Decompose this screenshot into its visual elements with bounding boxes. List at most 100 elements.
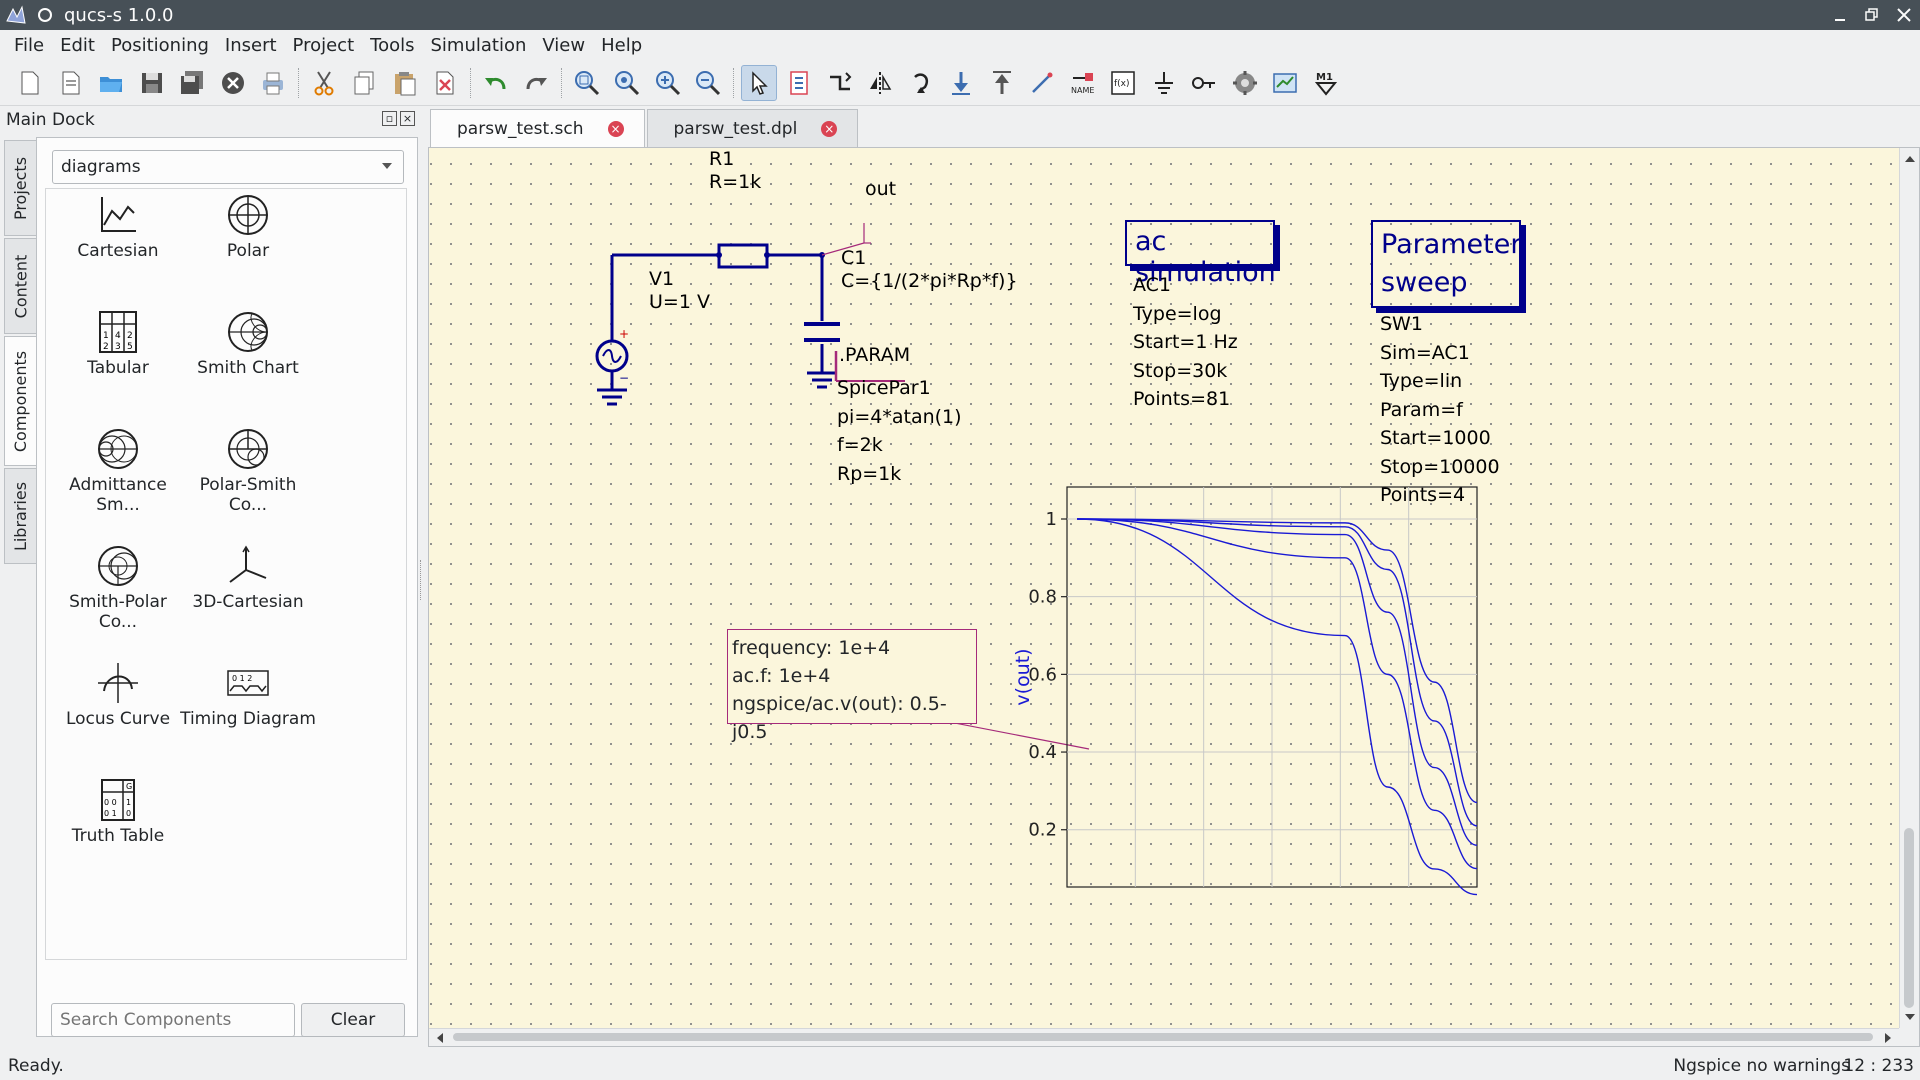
dock-float-button[interactable]: ▫ — [382, 111, 397, 126]
view-results-icon — [1273, 72, 1297, 93]
cut-button[interactable] — [306, 65, 342, 101]
port-button[interactable] — [1186, 65, 1222, 101]
smith-polar-icon — [98, 546, 138, 586]
clear-button[interactable]: Clear — [301, 1003, 405, 1037]
component-polar-smith[interactable]: Polar-Smith Co... — [178, 427, 318, 515]
wire-label-button[interactable]: NAME — [1065, 65, 1101, 101]
edit-properties-button[interactable] — [781, 65, 817, 101]
print-button[interactable] — [255, 65, 291, 101]
new-file-button[interactable] — [12, 65, 48, 101]
view-results-button[interactable] — [1267, 65, 1303, 101]
menu-insert[interactable]: Insert — [217, 35, 285, 56]
vertical-scroll-thumb[interactable] — [1904, 828, 1914, 1008]
menu-project[interactable]: Project — [285, 35, 363, 56]
open-button[interactable] — [93, 65, 129, 101]
component-truth-table[interactable]: G0 010 10 Truth Table — [48, 778, 188, 846]
search-components-input[interactable] — [51, 1003, 295, 1037]
series-line-2 — [1076, 518, 1478, 870]
component-cartesian[interactable]: Cartesian — [48, 193, 188, 261]
zoom-out-button[interactable] — [690, 65, 726, 101]
svg-text:3: 3 — [115, 342, 121, 352]
redo-button[interactable] — [518, 65, 554, 101]
rotate-mirror-button[interactable] — [822, 65, 858, 101]
new-text-button[interactable] — [53, 65, 89, 101]
menu-view[interactable]: View — [534, 35, 593, 56]
component-polar[interactable]: Polar — [178, 193, 318, 261]
dock-vertical-tabs: Projects Content Components Libraries — [4, 140, 36, 566]
cut-icon — [314, 70, 333, 95]
equation-button[interactable]: f(x) — [1105, 65, 1141, 101]
dock-splitter[interactable] — [420, 560, 424, 600]
component-timing-diagram[interactable]: 0 1 2 Timing Diagram — [178, 661, 318, 729]
cartesian-diagram[interactable]: 10.80.60.40.2v(out) — [429, 148, 1899, 1028]
tab-parsw-test-sch[interactable]: parsw_test.sch × — [430, 109, 645, 147]
toolbar-separator — [297, 67, 300, 98]
component-admittance-smith[interactable]: Admittance Sm... — [48, 427, 188, 515]
delete-button[interactable] — [427, 65, 463, 101]
wire-button[interactable] — [1024, 65, 1060, 101]
component-smith-polar[interactable]: Smith-Polar Co... — [48, 544, 188, 632]
save-all-button[interactable] — [174, 65, 210, 101]
set-marker-button[interactable]: M1 — [1308, 65, 1344, 101]
category-select[interactable]: diagrams — [52, 150, 404, 184]
status-bar: Ready. Ngspice no warnings 12 : 233 — [0, 1052, 1920, 1080]
svg-text:0 1: 0 1 — [104, 809, 117, 818]
simulate-button[interactable] — [1227, 65, 1263, 101]
redo-icon — [526, 77, 547, 89]
component-smith-chart[interactable]: Smith Chart — [178, 310, 318, 378]
tab-projects[interactable]: Projects — [4, 140, 36, 236]
tab-content[interactable]: Content — [4, 238, 36, 334]
close-window-button[interactable] — [1888, 0, 1920, 30]
wire-label-icon: NAME — [1071, 72, 1094, 95]
menu-simulation[interactable]: Simulation — [422, 35, 534, 56]
dock-close-button[interactable]: × — [400, 111, 415, 126]
menu-positioning[interactable]: Positioning — [103, 35, 217, 56]
close-document-button[interactable] — [215, 65, 251, 101]
undo-button[interactable] — [478, 65, 514, 101]
menu-help[interactable]: Help — [593, 35, 650, 56]
vertical-scrollbar[interactable] — [1899, 148, 1919, 1028]
pin-icon[interactable] — [38, 8, 52, 22]
restore-button[interactable] — [1856, 0, 1888, 30]
menu-file[interactable]: File — [6, 35, 52, 56]
enter-subcircuit-button[interactable] — [943, 65, 979, 101]
ground-button[interactable] — [1146, 65, 1182, 101]
scroll-right-icon — [1885, 1033, 1891, 1043]
menu-tools[interactable]: Tools — [362, 35, 422, 56]
close-tab-icon[interactable]: × — [607, 120, 624, 137]
series-line-5 — [1076, 518, 1478, 804]
rotate-button[interactable] — [903, 65, 939, 101]
paste-button[interactable] — [387, 65, 423, 101]
chevron-down-icon — [382, 163, 392, 169]
save-button[interactable] — [134, 65, 170, 101]
copy-button[interactable] — [346, 65, 382, 101]
status-text: Ready. — [8, 1056, 64, 1076]
schematic-canvas[interactable]: + − R1 R=1k out C1 C={1/(2*pi*Rp*f)} V1 … — [429, 148, 1899, 1028]
mirror-button[interactable] — [862, 65, 898, 101]
horizontal-scroll-thumb[interactable] — [453, 1033, 1873, 1041]
truth-table-icon: G 0 0 1 0 1 0 — [101, 779, 135, 821]
open-folder-icon — [100, 76, 122, 92]
marker-box[interactable]: frequency: 1e+4 ac.f: 1e+4 ngspice/ac.v(… — [727, 629, 977, 743]
window-title: qucs-s 1.0.0 — [64, 4, 174, 26]
zoom-in-button[interactable] — [650, 65, 686, 101]
menu-edit[interactable]: Edit — [52, 35, 103, 56]
tab-libraries[interactable]: Libraries — [4, 468, 36, 564]
component-tabular[interactable]: 142235 Tabular — [48, 310, 188, 378]
close-tab-icon[interactable]: × — [821, 120, 838, 137]
zoom-selection-button[interactable] — [609, 65, 645, 101]
select-button[interactable] — [740, 64, 777, 101]
tab-label: parsw_test.sch — [457, 118, 584, 139]
tab-components[interactable]: Components — [4, 336, 36, 466]
zoom-fit-button[interactable] — [569, 65, 605, 101]
select-pointer-icon — [751, 70, 768, 95]
component-3d-cartesian[interactable]: 3D-Cartesian — [178, 544, 318, 612]
tab-parsw-test-dpl[interactable]: parsw_test.dpl × — [646, 109, 859, 147]
component-locus-curve[interactable]: Locus Curve — [48, 661, 188, 729]
minimize-button[interactable] — [1824, 0, 1856, 30]
close-icon — [1897, 8, 1911, 22]
exit-subcircuit-button[interactable] — [984, 65, 1020, 101]
y-tick-label: 0.2 — [1028, 820, 1057, 841]
horizontal-scrollbar[interactable] — [429, 1028, 1899, 1046]
rotate-icon — [913, 72, 928, 93]
